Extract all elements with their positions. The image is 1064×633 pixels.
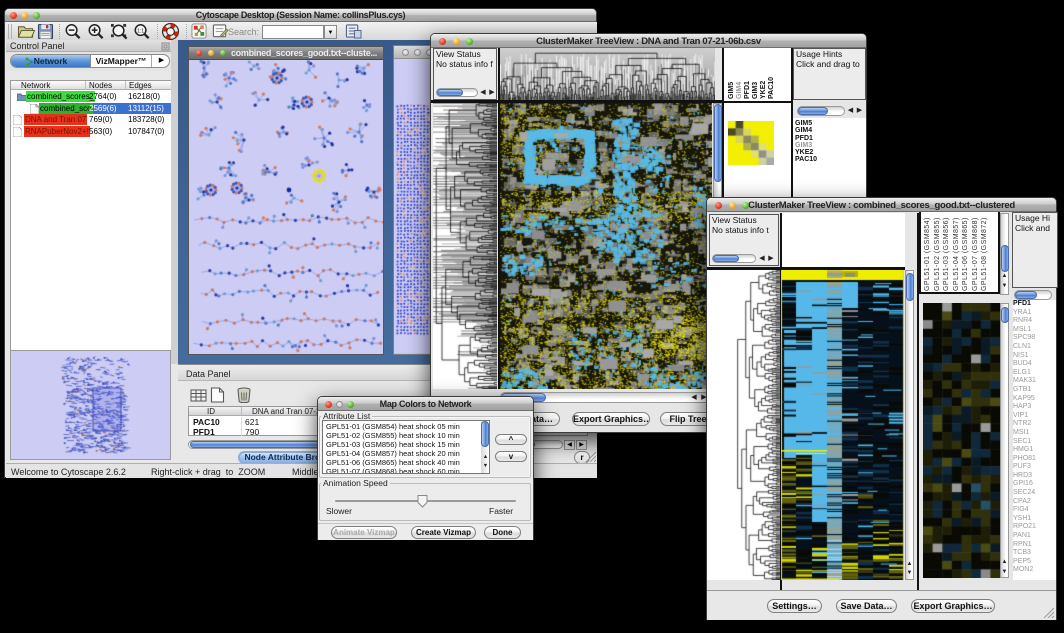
- svg-text:1:1: 1:1: [137, 28, 144, 34]
